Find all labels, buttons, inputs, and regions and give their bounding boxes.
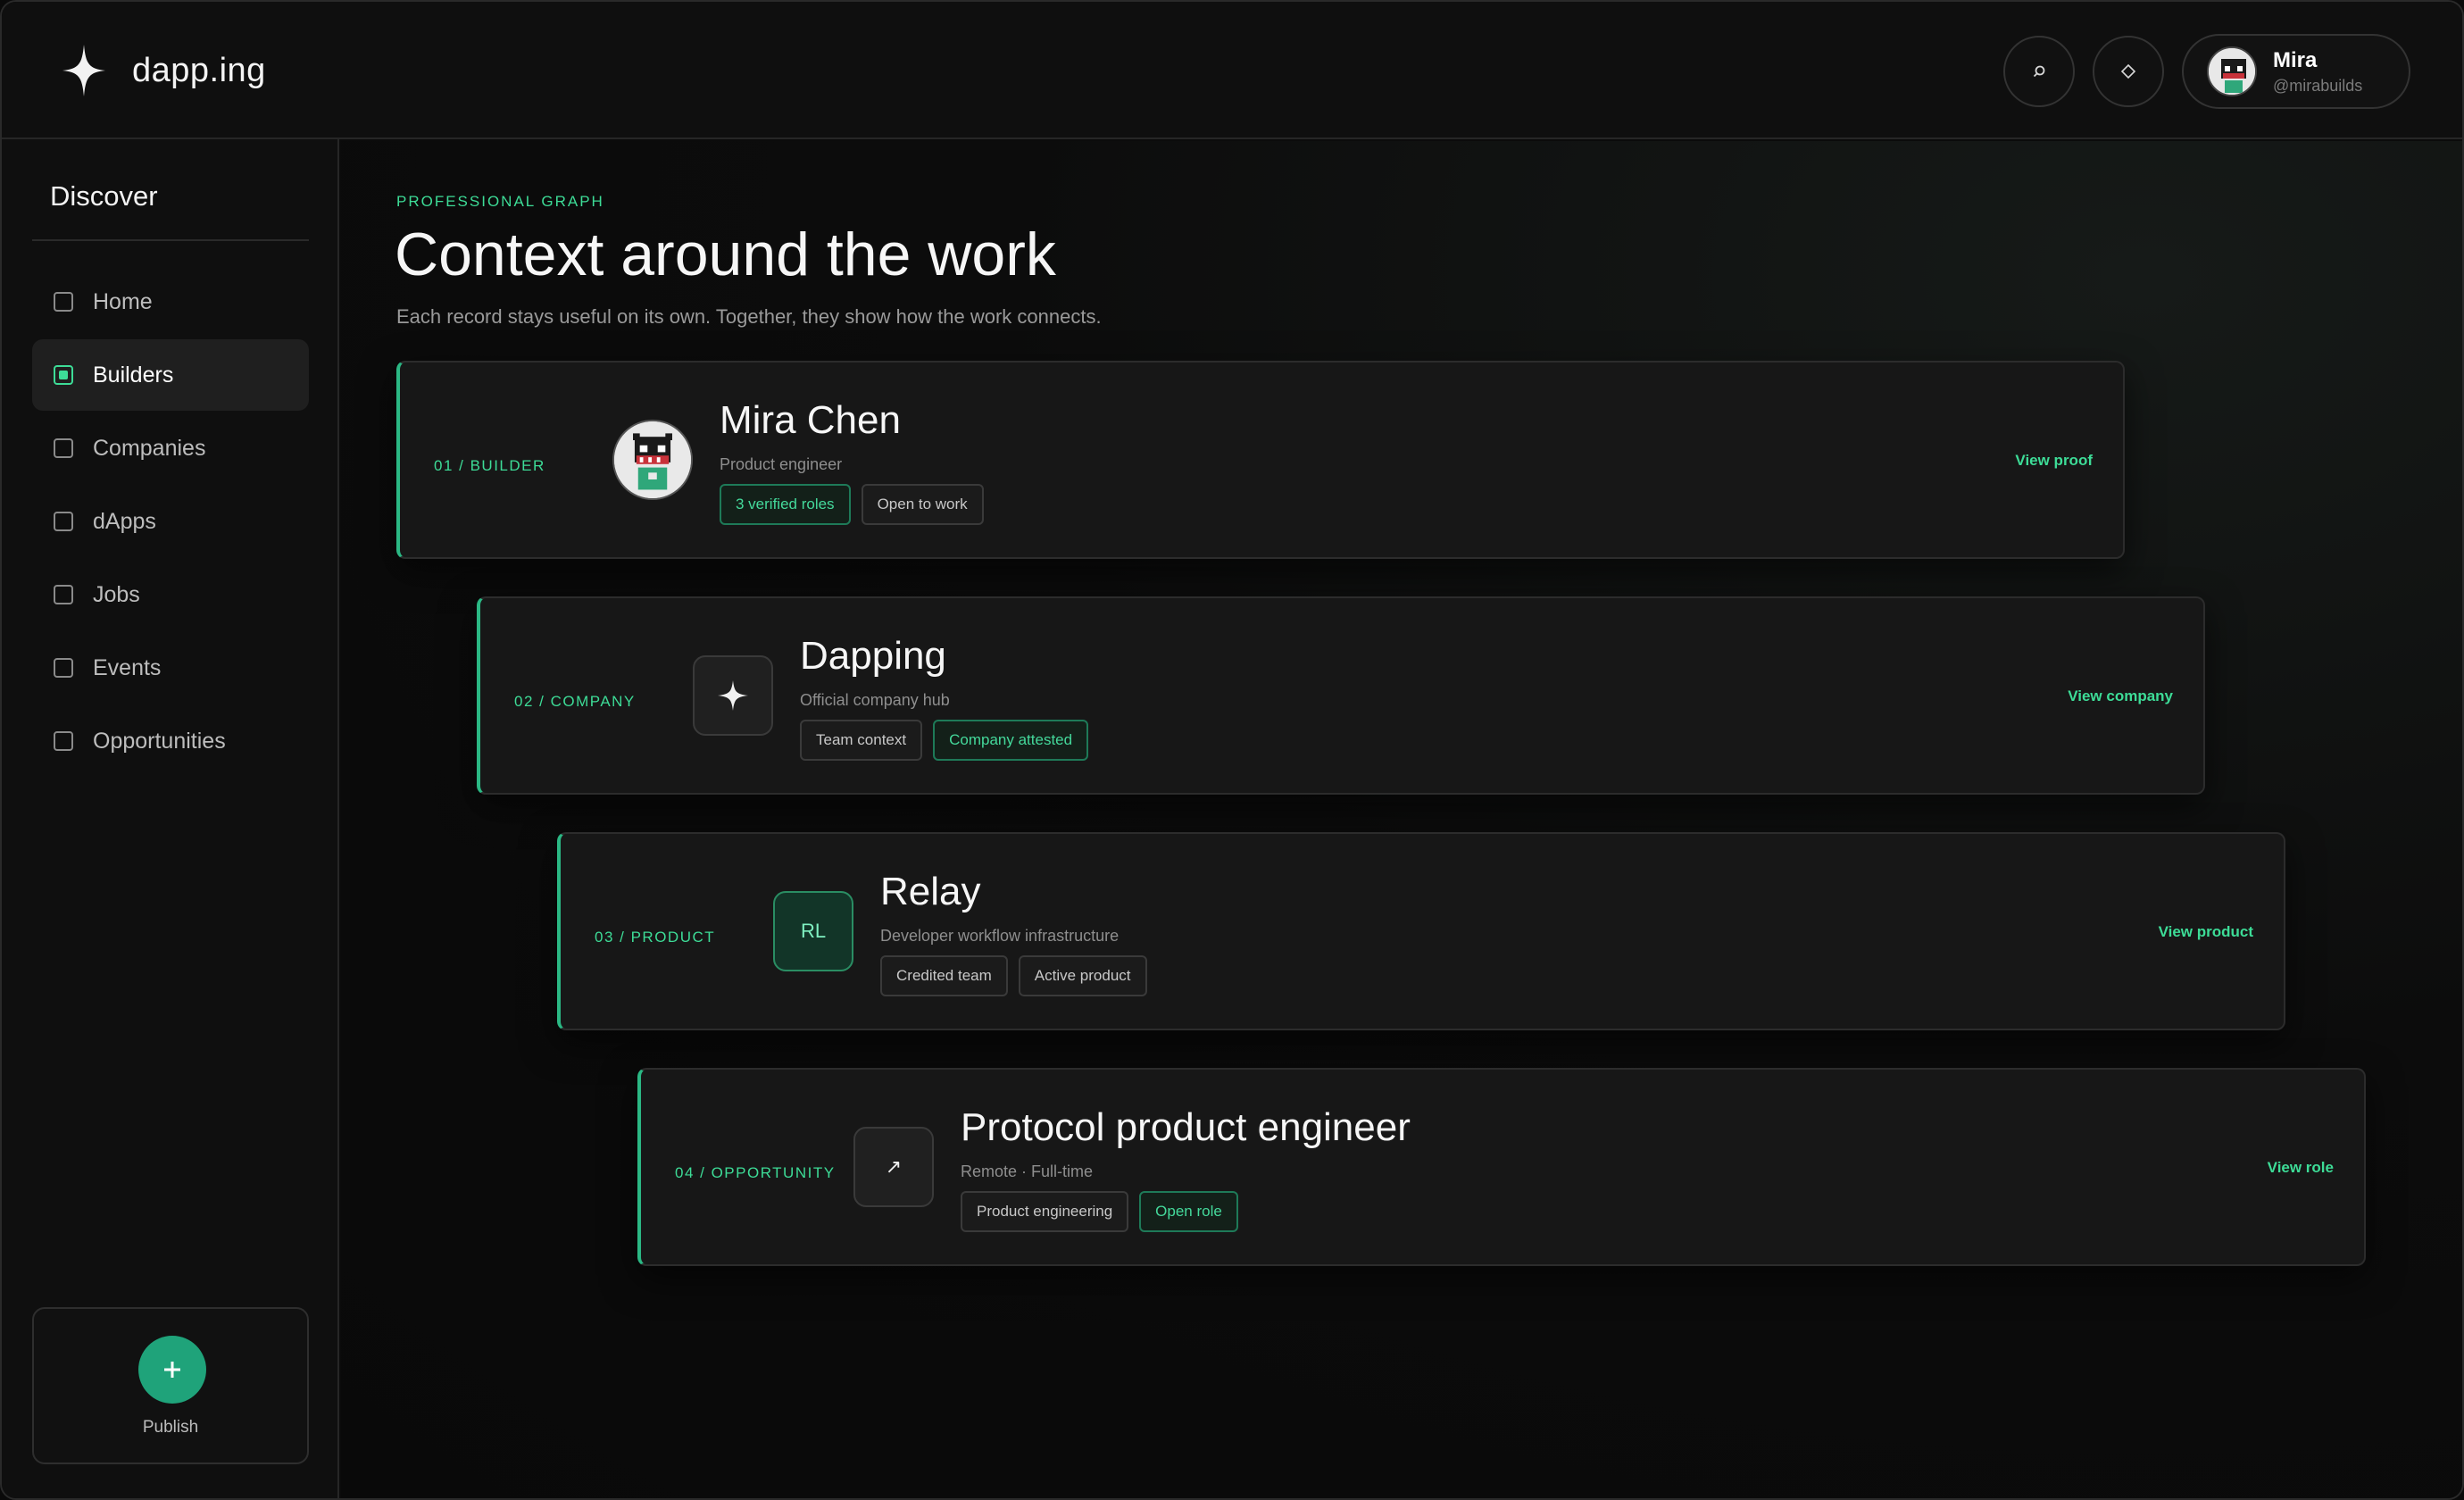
brand[interactable]: dapp.ing (61, 43, 266, 98)
card-index: 04 / OPPORTUNITY (675, 1164, 836, 1181)
product-logo: RL (773, 891, 853, 971)
chip[interactable]: Team context (800, 720, 923, 761)
sidebar-title: Discover (50, 180, 158, 212)
checkbox-icon (54, 585, 73, 604)
arrow-up-right-icon: ↗ (853, 1127, 934, 1207)
sidebar-nav: Home Builders Companies dApps Jobs Event… (32, 266, 309, 779)
chip[interactable]: Active product (1018, 955, 1147, 996)
view-role-link[interactable]: View role (2268, 1159, 2334, 1177)
publish-button[interactable] (138, 1336, 206, 1404)
chip-list: Team context Company attested (800, 720, 1089, 761)
sidebar-item-builders[interactable]: Builders (32, 339, 309, 411)
sidebar-item-events[interactable]: Events (32, 632, 309, 704)
view-proof-link[interactable]: View proof (2015, 452, 2093, 470)
sidebar: Discover Home Builders Companies dApps J… (2, 139, 339, 1498)
search-button[interactable] (2003, 36, 2075, 107)
card-subtitle: Remote · Full-time (961, 1162, 1094, 1180)
checkbox-icon (54, 292, 73, 312)
app-window: dapp.ing Mira @mirabuilds Discover Home … (0, 0, 2464, 1500)
card-title: Mira Chen (720, 398, 901, 442)
chip-list: 3 verified roles Open to work (720, 484, 984, 525)
wallet-button[interactable] (2093, 36, 2164, 107)
sidebar-item-label: Opportunities (93, 728, 226, 754)
page-title: Context around the work (395, 221, 1056, 288)
top-bar: dapp.ing Mira @mirabuilds (2, 2, 2462, 139)
plus-icon (164, 1362, 180, 1378)
chip[interactable]: 3 verified roles (720, 484, 851, 525)
card-index: 01 / BUILDER (434, 457, 545, 474)
checkbox-icon (54, 365, 73, 385)
view-product-link[interactable]: View product (2159, 923, 2253, 941)
builder-avatar (612, 420, 693, 500)
chip[interactable]: Company attested (933, 720, 1089, 761)
card-index: 03 / PRODUCT (595, 929, 716, 946)
record-card-product[interactable]: 03 / PRODUCT RL Relay Developer workflow… (557, 832, 2285, 1030)
sidebar-item-label: Home (93, 288, 153, 314)
card-subtitle: Developer workflow infrastructure (880, 927, 1120, 945)
sparkle-logo-icon (62, 45, 105, 96)
profile-handle: @mirabuilds (2273, 76, 2363, 95)
sidebar-item-companies[interactable]: Companies (32, 412, 309, 484)
search-icon (2033, 65, 2045, 78)
sparkle-icon (718, 680, 748, 711)
chip[interactable]: Credited team (880, 955, 1008, 996)
card-subtitle: Official company hub (800, 691, 950, 709)
checkbox-icon (54, 438, 73, 458)
sidebar-item-home[interactable]: Home (32, 266, 309, 338)
sidebar-item-label: Events (93, 654, 162, 680)
sidebar-item-label: Builders (93, 362, 174, 388)
card-title: Dapping (800, 634, 946, 678)
card-subtitle: Product engineer (720, 455, 843, 473)
chip[interactable]: Open to work (861, 484, 984, 525)
sidebar-item-dapps[interactable]: dApps (32, 486, 309, 557)
card-index: 02 / COMPANY (514, 693, 636, 710)
page-subtitle: Each record stays useful on its own. Tog… (396, 305, 1102, 328)
publish-label: Publish (142, 1418, 199, 1437)
sidebar-item-label: Jobs (93, 581, 140, 607)
sidebar-item-opportunities[interactable]: Opportunities (32, 705, 309, 777)
company-logo (693, 655, 773, 736)
view-company-link[interactable]: View company (2068, 688, 2173, 705)
brand-name: dapp.ing (132, 51, 266, 89)
sidebar-item-label: Companies (93, 435, 206, 461)
chip[interactable]: Open role (1139, 1191, 1238, 1232)
publish-panel: Publish (32, 1307, 309, 1464)
main-content: PROFESSIONAL GRAPH Context around the wo… (341, 141, 2462, 1498)
divider (32, 239, 309, 241)
profile-name: Mira (2273, 47, 2318, 72)
diamond-icon (2120, 63, 2136, 79)
record-card-opportunity[interactable]: 04 / OPPORTUNITY ↗ Protocol product engi… (637, 1068, 2366, 1266)
chip[interactable]: Product engineering (961, 1191, 1129, 1232)
record-card-builder[interactable]: 01 / BUILDER Mira Chen Product engineer … (396, 361, 2125, 559)
profile-menu[interactable]: Mira @mirabuilds (2182, 34, 2410, 109)
card-title: Relay (880, 870, 981, 913)
record-card-company[interactable]: 02 / COMPANY Dapping Official company hu… (477, 596, 2205, 795)
chip-list: Product engineering Open role (961, 1191, 1238, 1232)
card-title: Protocol product engineer (961, 1105, 1411, 1149)
chip-list: Credited team Active product (880, 955, 1147, 996)
checkbox-icon (54, 658, 73, 678)
checkbox-icon (54, 731, 73, 751)
avatar (2207, 46, 2257, 96)
checkbox-icon (54, 512, 73, 531)
sidebar-item-jobs[interactable]: Jobs (32, 559, 309, 630)
sidebar-item-label: dApps (93, 508, 156, 534)
section-eyebrow: PROFESSIONAL GRAPH (396, 193, 604, 210)
